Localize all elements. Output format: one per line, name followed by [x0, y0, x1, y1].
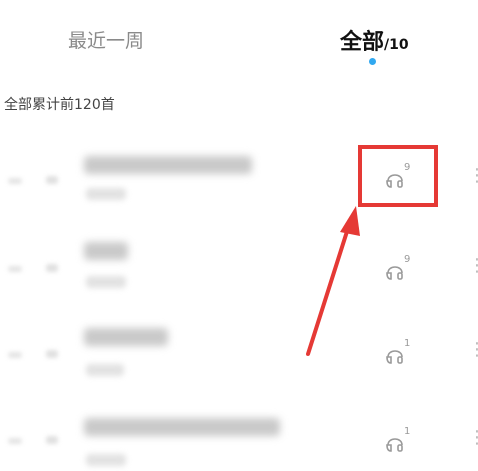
play-count-number: 1	[404, 338, 411, 349]
song-title-blurred	[84, 242, 128, 260]
play-count: 1	[384, 426, 414, 462]
song-rank	[8, 178, 22, 184]
more-vertical-icon[interactable]: ⋮	[468, 167, 478, 185]
more-vertical-icon[interactable]: ⋮	[468, 341, 478, 359]
more-vertical-icon[interactable]: ⋮	[468, 257, 478, 275]
song-rank-change	[46, 350, 58, 358]
tab-all-label: 全部	[340, 30, 385, 55]
song-rank-change	[46, 264, 58, 272]
tab-all-count: /10	[384, 37, 409, 53]
song-row-4[interactable]: 1 ⋮	[0, 396, 478, 471]
song-rank-change	[46, 176, 58, 184]
song-artist-blurred	[86, 188, 126, 200]
song-title-blurred	[84, 418, 280, 436]
song-row-2[interactable]: 9 ⋮	[0, 222, 478, 306]
headphones-icon	[386, 266, 403, 280]
song-rank	[8, 266, 22, 272]
song-artist-blurred	[86, 276, 126, 288]
song-row-3[interactable]: 1 ⋮	[0, 306, 478, 390]
headphones-icon	[386, 438, 403, 452]
song-rank-change	[46, 436, 58, 444]
song-title-blurred	[84, 328, 168, 346]
song-rank	[8, 352, 22, 358]
song-title-blurred	[84, 156, 252, 174]
play-count: 9	[384, 254, 414, 290]
song-artist-blurred	[86, 364, 124, 376]
play-count-number: 9	[404, 254, 411, 265]
play-count-number: 1	[404, 426, 411, 437]
highlight-box	[358, 145, 438, 207]
more-vertical-icon[interactable]: ⋮	[468, 429, 478, 447]
tab-recent-week[interactable]: 最近一周	[68, 26, 144, 53]
tab-all[interactable]: 全部/10	[340, 24, 409, 56]
song-artist-blurred	[86, 454, 126, 466]
play-count: 1	[384, 338, 414, 374]
song-rank	[8, 438, 22, 444]
tab-bar: 最近一周 全部/10	[0, 0, 478, 80]
active-tab-indicator	[369, 58, 376, 65]
headphones-icon	[386, 350, 403, 364]
summary-text: 全部累计前120首	[4, 97, 115, 113]
